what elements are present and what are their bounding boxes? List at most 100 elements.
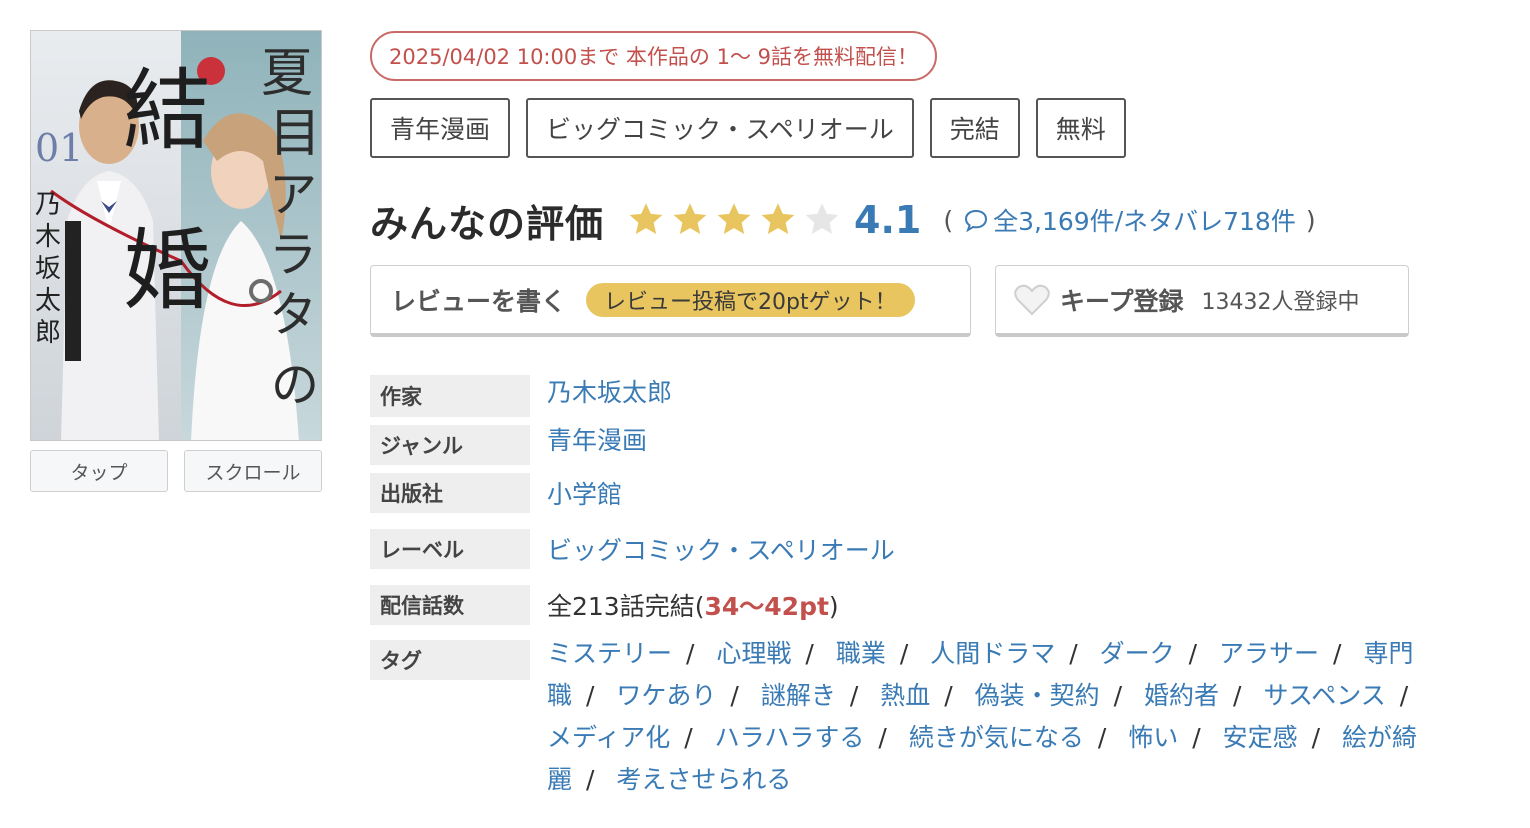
keep-count: 13432人登録中	[1201, 289, 1360, 315]
star-empty-icon	[805, 203, 839, 234]
tag-link[interactable]: 謎解き	[761, 681, 836, 710]
tag-link[interactable]: ダーク	[1100, 639, 1175, 668]
svg-text:目: 目	[269, 104, 321, 164]
tag-link[interactable]: 心理戦	[716, 639, 791, 668]
star-icon	[717, 203, 751, 234]
tag-separator: /	[586, 681, 595, 710]
review-bonus-pill: レビュー投稿で20ptゲット！	[586, 282, 915, 317]
detail-row-author: 作家 乃木坂太郎	[370, 375, 1470, 419]
detail-row-label: レーベル ビッグコミック・スペリオール	[370, 529, 1470, 585]
svg-text:夏: 夏	[261, 44, 313, 104]
svg-text:01: 01	[35, 126, 83, 170]
chip-free[interactable]: 無料	[1035, 98, 1126, 158]
tag-separator: /	[1069, 639, 1078, 668]
write-review-label: レビューを書く	[391, 286, 567, 316]
open-paren: (	[943, 205, 954, 235]
svg-text:乃: 乃	[35, 190, 61, 220]
genre-link[interactable]: 青年漫画	[547, 426, 647, 455]
free-campaign-badge: 2025/04/02 10:00まで 本作品の 1〜 9話を無料配信！	[370, 31, 937, 81]
label-link[interactable]: ビッグコミック・スペリオール	[547, 536, 895, 565]
scroll-view-button[interactable]: スクロール	[184, 450, 322, 492]
detail-row-tags: タグ ミステリー / 心理戦 / 職業 / 人間ドラマ / ダーク / アラサー / 専門職…	[370, 639, 1470, 801]
detail-row-episodes: 配信話数 全213話完結(34〜42pt)	[370, 585, 1470, 640]
author-link[interactable]: 乃木坂太郎	[547, 378, 672, 407]
detail-row-publisher: 出版社 小学館	[370, 473, 1470, 529]
tag-link[interactable]: 偽装・契約	[975, 681, 1100, 710]
close-paren: )	[1305, 205, 1316, 235]
tag-link[interactable]: 熱血	[880, 681, 930, 710]
tap-view-button[interactable]: タップ	[30, 450, 168, 492]
tag-separator: /	[684, 723, 693, 752]
cover-image[interactable]: 結 婚 夏 目 ア ラ タ の 01 乃 木 坂 太 郎	[30, 30, 322, 441]
chip-genre[interactable]: 青年漫画	[370, 98, 511, 158]
tag-separator: /	[586, 765, 595, 794]
tag-separator: /	[1113, 681, 1123, 710]
tag-separator: /	[878, 723, 887, 752]
tag-separator: /	[849, 681, 859, 710]
chip-completed[interactable]: 完結	[929, 98, 1020, 158]
rating-row: みんなの評価 4.1 ( 全3,169件 / ネタバレ718件 )	[370, 192, 1316, 248]
svg-text:坂: 坂	[35, 254, 61, 284]
tag-separator: /	[1188, 639, 1198, 668]
tag-link[interactable]: 怖い	[1128, 723, 1178, 752]
tag-separator: /	[1399, 681, 1409, 710]
svg-text:ラ: ラ	[269, 227, 317, 283]
tag-separator: /	[1097, 723, 1107, 752]
svg-text:タ: タ	[269, 287, 317, 343]
tag-link[interactable]: メディア化	[547, 723, 670, 752]
rating-stars	[626, 200, 842, 240]
heart-icon	[1014, 284, 1050, 315]
tag-link[interactable]: 職業	[836, 639, 886, 668]
tag-link[interactable]: 安定感	[1223, 723, 1298, 752]
svg-text:太: 太	[35, 286, 61, 316]
tag-link[interactable]: 続きが気になる	[909, 723, 1084, 752]
tag-link[interactable]: 考えさせられる	[616, 765, 791, 794]
publisher-link[interactable]: 小学館	[547, 480, 622, 509]
episodes-count: 全213話完結(	[547, 592, 705, 621]
tag-separator: /	[730, 681, 739, 710]
tag-link[interactable]: ワケあり	[616, 681, 716, 710]
tag-separator: /	[1333, 639, 1342, 668]
chip-label[interactable]: ビッグコミック・スペリオール	[526, 98, 914, 158]
detail-table: 作家 乃木坂太郎 ジャンル 青年漫画 出版社 小学館 レーベル ビッグコミック・…	[370, 375, 1470, 801]
episodes-close: )	[828, 592, 839, 621]
svg-text:結: 結	[123, 59, 211, 162]
detail-key: レーベル	[370, 529, 530, 569]
detail-row-genre: ジャンル 青年漫画	[370, 425, 1470, 473]
tag-separator: /	[805, 639, 814, 668]
star-icon	[629, 203, 663, 234]
spoiler-reviews-link[interactable]: ネタバレ718件	[1123, 202, 1296, 238]
rating-title: みんなの評価	[370, 201, 605, 246]
tag-link[interactable]: サスペンス	[1263, 681, 1385, 710]
tag-link[interactable]: ミステリー	[547, 639, 672, 668]
detail-key: 作家	[370, 375, 530, 417]
reviews-separator: /	[1114, 205, 1124, 235]
tag-link[interactable]: 婚約者	[1144, 681, 1219, 710]
episodes-points: 34〜42pt	[704, 592, 829, 621]
review-counts: ( 全3,169件 / ネタバレ718件 )	[943, 202, 1315, 238]
comment-bubble-icon	[963, 208, 989, 232]
detail-key: ジャンル	[370, 425, 530, 465]
detail-key: タグ	[370, 640, 530, 680]
view-mode-buttons: タップ スクロール	[30, 450, 322, 492]
svg-text:郎: 郎	[35, 318, 61, 348]
write-review-button[interactable]: レビューを書く レビュー投稿で20ptゲット！	[370, 265, 971, 337]
all-reviews-link[interactable]: 全3,169件	[993, 202, 1115, 238]
tag-separator: /	[899, 639, 909, 668]
tag-separator: /	[1192, 723, 1201, 752]
category-chips: 青年漫画 ビッグコミック・スペリオール 完結 無料	[370, 98, 1126, 158]
svg-text:ア: ア	[269, 167, 317, 223]
svg-text:婚: 婚	[123, 219, 211, 322]
keep-button[interactable]: キープ登録 13432人登録中	[995, 265, 1409, 337]
episodes-value: 全213話完結(34〜42pt)	[547, 587, 839, 623]
tag-link[interactable]: ハラハラする	[715, 723, 865, 752]
tag-separator: /	[944, 681, 953, 710]
star-icon	[673, 203, 707, 234]
star-icon	[761, 203, 795, 234]
tag-separator: /	[1311, 723, 1321, 752]
tag-link[interactable]: アラサー	[1219, 639, 1319, 668]
tag-separator: /	[1233, 681, 1242, 710]
tag-separator: /	[686, 639, 695, 668]
rating-score: 4.1	[854, 198, 922, 242]
tag-link[interactable]: 人間ドラマ	[930, 639, 1055, 668]
